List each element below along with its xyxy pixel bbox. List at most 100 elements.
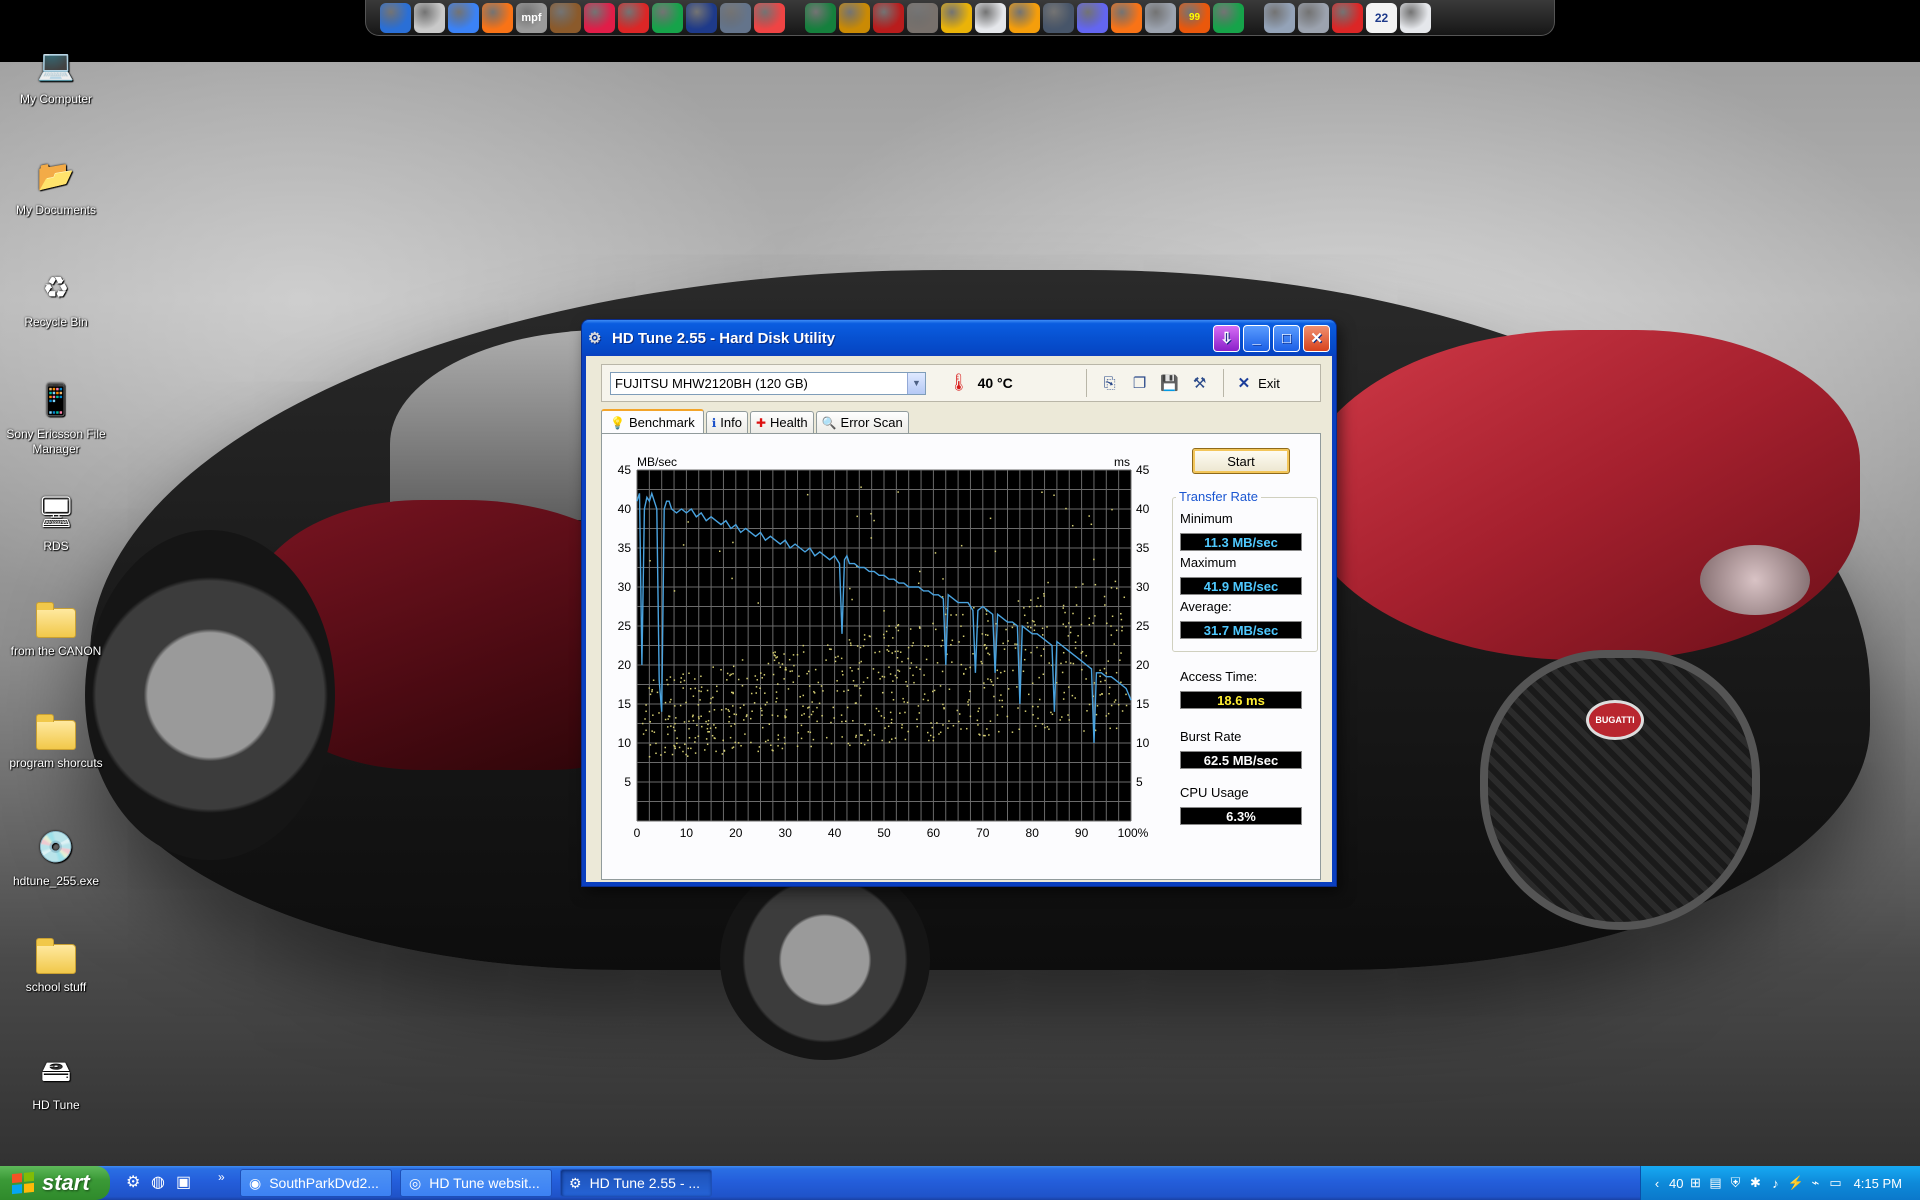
security-icon[interactable]: ⛨: [1727, 1175, 1743, 1191]
access-time-point: [1043, 595, 1045, 597]
smiley-icon[interactable]: [584, 2, 615, 33]
access-time-point: [917, 705, 920, 707]
rollup-button[interactable]: ⇩: [1213, 324, 1240, 352]
access-time-point: [1064, 611, 1066, 614]
access-time-point: [666, 726, 669, 728]
access-time-point: [955, 614, 958, 616]
half-life-icon-2[interactable]: [1009, 2, 1040, 33]
orange-ball-icon[interactable]: [482, 2, 513, 33]
chevron-right-icon[interactable]: »: [218, 1170, 225, 1184]
firefox-icon[interactable]: ◍: [151, 1172, 165, 1192]
desktop-icon[interactable]: ♻ Recycle Bin: [0, 265, 112, 330]
display-icon[interactable]: ▤: [1707, 1175, 1723, 1191]
desktop-icon[interactable]: 📂 My Documents: [0, 153, 112, 218]
wireless-icon[interactable]: ⌁: [1807, 1175, 1823, 1191]
snail-icon[interactable]: [550, 2, 581, 33]
flag-icon[interactable]: [618, 2, 649, 33]
tab-health[interactable]: ✚ Health: [749, 411, 814, 433]
access-time-point: [1037, 705, 1039, 708]
tab-info[interactable]: ℹ Info: [705, 411, 748, 433]
start-button-taskbar[interactable]: start: [0, 1166, 110, 1200]
burst-rate-value: 62.5 MB/sec: [1180, 751, 1302, 769]
exit-button[interactable]: ✕ Exit: [1238, 374, 1280, 392]
desktop-icon[interactable]: 🖴 HD Tune: [0, 1048, 112, 1113]
network-icon[interactable]: ⊞: [1687, 1175, 1703, 1191]
people-icon[interactable]: [1332, 2, 1363, 33]
taskbar-button[interactable]: ◉ SouthParkDvd2...: [240, 1169, 392, 1197]
desktop-icon[interactable]: 📱 Sony Ericsson File Manager: [0, 377, 112, 457]
drive-select[interactable]: FUJITSU MHW2120BH (120 GB) ▼: [610, 371, 926, 395]
desktop-icon[interactable]: from the CANON: [0, 600, 112, 659]
access-time-point: [978, 707, 980, 710]
access-time-point: [892, 680, 894, 682]
chart-icon[interactable]: 99: [1179, 2, 1210, 33]
minimize-button[interactable]: _: [1243, 324, 1270, 352]
desktop-icon[interactable]: 💻 My Computer: [0, 42, 112, 107]
close-button[interactable]: ✕: [1303, 324, 1330, 352]
notepad-icon[interactable]: [414, 2, 445, 33]
microphone-icon[interactable]: [907, 2, 938, 33]
settings-icon[interactable]: [652, 2, 683, 33]
card-icon[interactable]: [805, 2, 836, 33]
desktop-icon[interactable]: 🖥 RDS: [0, 489, 112, 554]
copy-all-icon[interactable]: ❐: [1125, 370, 1155, 396]
y-tick-label-left: 45: [618, 463, 632, 477]
save-icon[interactable]: 💾: [1155, 370, 1185, 396]
half-life-icon[interactable]: [941, 2, 972, 33]
access-time-point: [1002, 642, 1004, 645]
gear-flower-icon[interactable]: [1145, 2, 1176, 33]
network-icon[interactable]: [720, 2, 751, 33]
mpf-icon[interactable]: mpf: [516, 2, 547, 33]
shield-icon[interactable]: [1043, 2, 1074, 33]
monitor-icon[interactable]: [686, 2, 717, 33]
access-time-point: [783, 678, 785, 680]
triforce-icon[interactable]: [839, 2, 870, 33]
access-time-point: [984, 734, 986, 737]
access-time-point: [683, 721, 686, 723]
access-time-point: [727, 708, 729, 711]
chevron-down-icon[interactable]: ▼: [907, 372, 925, 394]
monitor-icon[interactable]: ▭: [1827, 1175, 1843, 1191]
app-icon[interactable]: ▣: [176, 1172, 191, 1192]
pinwheel-icon[interactable]: [1077, 2, 1108, 33]
tray-expand-icon[interactable]: ‹: [1649, 1176, 1665, 1191]
access-time-point: [923, 674, 925, 676]
tab-benchmark[interactable]: 💡 Benchmark: [601, 409, 704, 434]
window-titlebar[interactable]: ⚙ HD Tune 2.55 - Hard Disk Utility ⇩ _ □…: [582, 320, 1336, 356]
copy-icon[interactable]: ⎘: [1095, 370, 1125, 396]
power-icon[interactable]: ⚡: [1787, 1175, 1803, 1191]
taskbar-button[interactable]: ⚙ HD Tune 2.55 - ...: [560, 1169, 712, 1197]
settings-icon[interactable]: ⚙: [126, 1172, 140, 1192]
access-time-point: [916, 718, 918, 721]
desktop-icon[interactable]: 💿 hdtune_255.exe: [0, 824, 112, 889]
drive-icon[interactable]: [1400, 2, 1431, 33]
desktop-icon[interactable]: school stuff: [0, 936, 112, 995]
tab-error-scan[interactable]: 🔍 Error Scan: [815, 411, 909, 433]
display-icon[interactable]: [1213, 2, 1244, 33]
y-tick-label-left: 40: [618, 502, 632, 516]
start-button[interactable]: Start: [1192, 448, 1290, 474]
ring-icon[interactable]: [754, 2, 785, 33]
red-app-icon[interactable]: [1298, 2, 1329, 33]
calendar-icon[interactable]: 22: [1366, 2, 1397, 33]
bluetooth-icon[interactable]: ✱: [1747, 1175, 1763, 1191]
bug-icon[interactable]: [873, 2, 904, 33]
y-tick-label-left: 30: [618, 580, 632, 594]
gear-icon[interactable]: [1264, 2, 1295, 33]
window-icon[interactable]: [975, 2, 1006, 33]
firefox-icon[interactable]: [448, 2, 479, 33]
access-time-point: [866, 677, 869, 679]
access-time-point: [789, 670, 791, 673]
maximize-button[interactable]: □: [1273, 324, 1300, 352]
bell-icon[interactable]: [1111, 2, 1142, 33]
access-time-point: [655, 742, 657, 745]
access-time-point: [721, 753, 724, 755]
access-time-point: [1001, 699, 1003, 702]
options-icon[interactable]: ⚒: [1185, 370, 1215, 396]
explorer-icon[interactable]: [380, 2, 411, 33]
volume-icon[interactable]: ♪: [1767, 1176, 1783, 1191]
access-time-point: [1090, 523, 1093, 526]
taskbar-button[interactable]: ◎ HD Tune websit...: [400, 1169, 552, 1197]
desktop-icon[interactable]: program shorcuts: [0, 712, 112, 771]
access-time-point: [791, 670, 793, 672]
